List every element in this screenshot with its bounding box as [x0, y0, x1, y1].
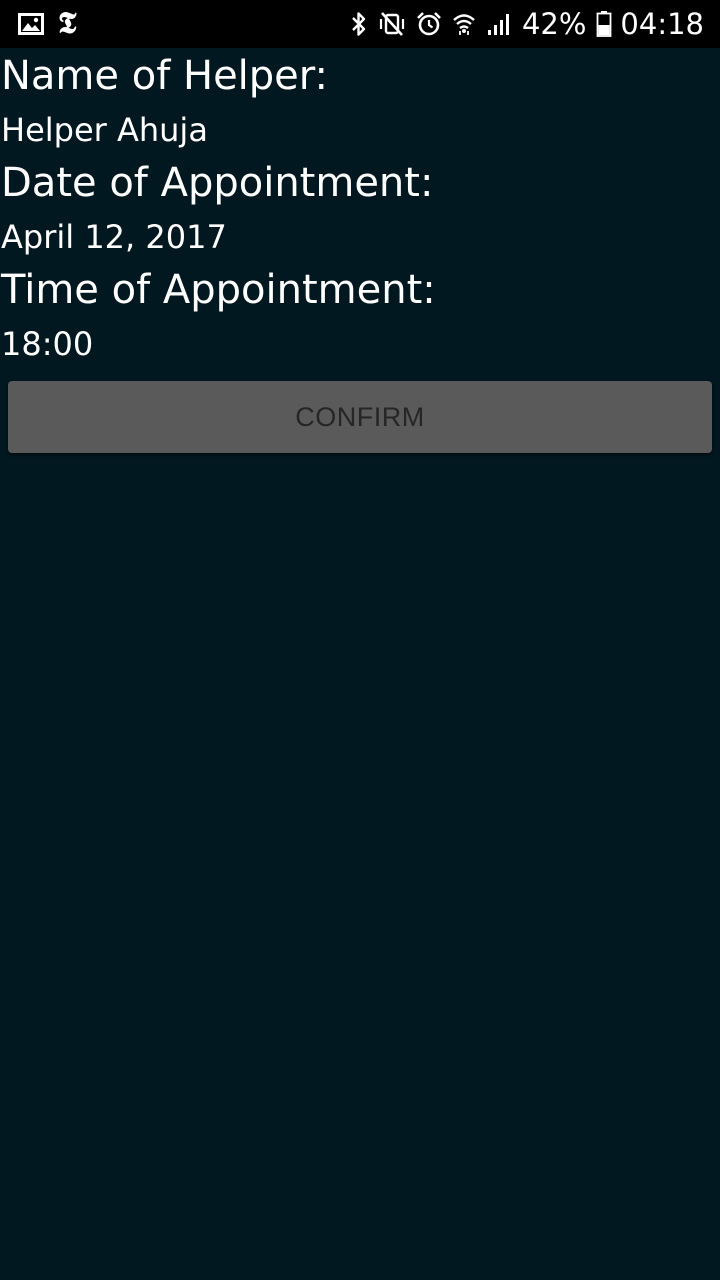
battery-percentage: 42%: [521, 7, 587, 41]
appointment-time-value: 18:00: [1, 325, 94, 363]
confirm-button[interactable]: CONFIRM: [8, 381, 712, 453]
bluetooth-icon: [350, 10, 368, 38]
helper-name-label: Name of Helper:: [1, 53, 329, 99]
status-notifications: 𝕿: [18, 9, 90, 39]
nyt-app-icon: 𝕿: [58, 6, 77, 41]
alarm-icon: [416, 11, 442, 37]
gallery-icon: [18, 13, 44, 35]
appointment-details: Name of Helper: Helper Ahuja Date of App…: [0, 48, 720, 369]
wifi-icon: [452, 11, 476, 37]
status-indicators: 42% 04:18: [340, 7, 704, 41]
vibrate-mute-icon: [378, 11, 406, 37]
helper-name-value: Helper Ahuja: [1, 111, 208, 149]
appointment-date-label: Date of Appointment:: [1, 160, 434, 206]
status-clock: 04:18: [620, 7, 704, 41]
status-bar: 𝕿 42% 04:18: [0, 0, 720, 48]
appointment-date-value: April 12, 2017: [1, 218, 227, 256]
signal-icon: [486, 11, 512, 37]
battery-icon: [596, 10, 612, 38]
appointment-time-label: Time of Appointment:: [1, 267, 436, 313]
